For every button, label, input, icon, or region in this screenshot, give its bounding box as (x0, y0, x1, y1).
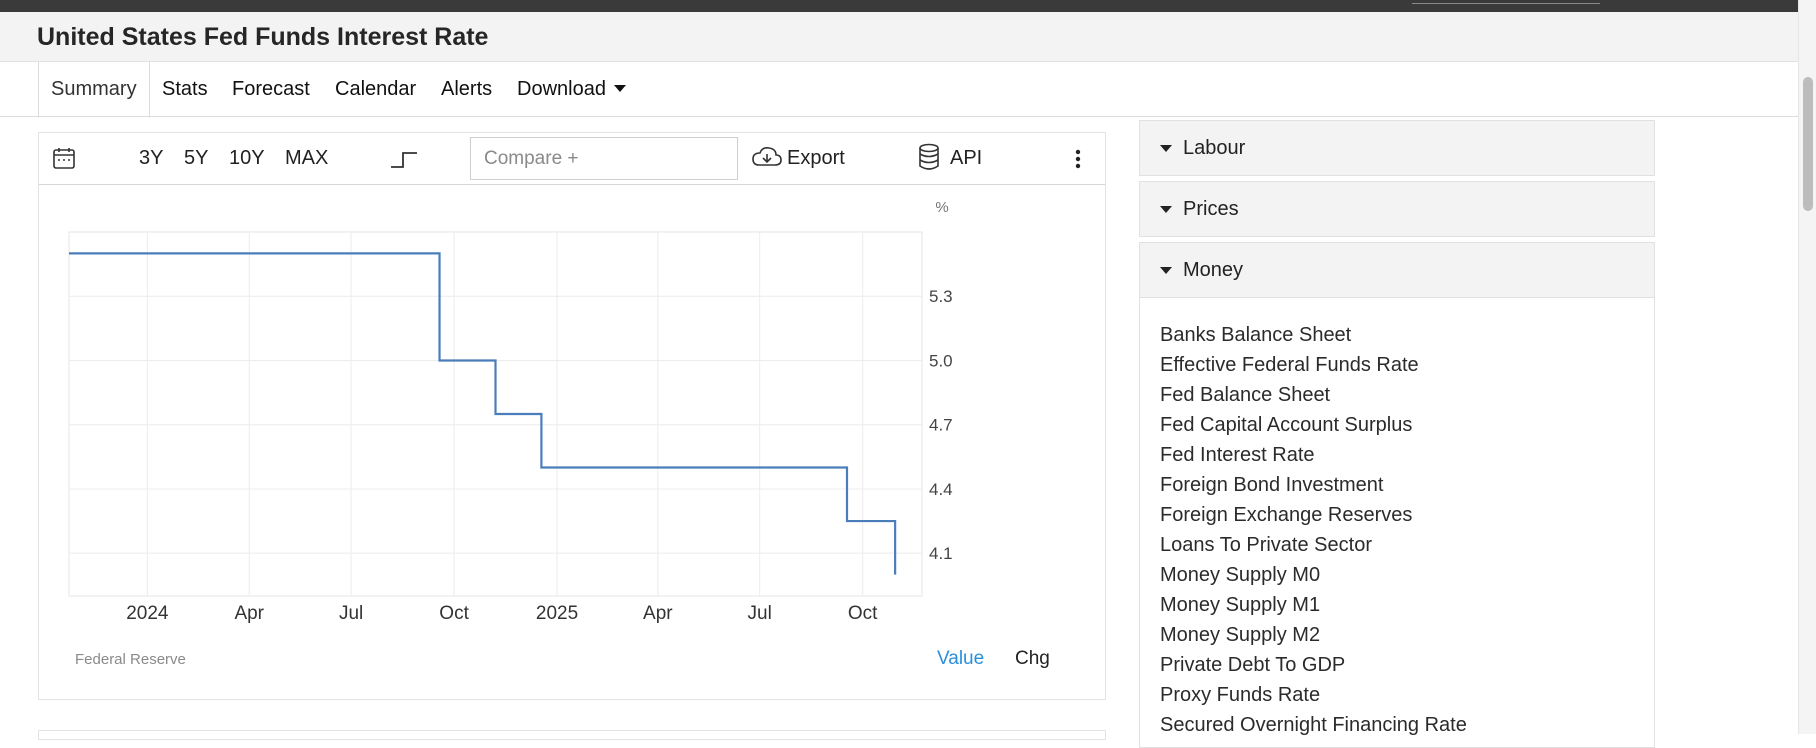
y-tick-label: 5.3 (929, 287, 953, 306)
chart-panel: 3Y 5Y 10Y MAX Export API 2024AprJulOct20… (38, 132, 1106, 700)
cloud-download-icon (751, 145, 783, 177)
x-tick-label: 2024 (126, 603, 169, 624)
y-tick-label: 4.4 (929, 480, 953, 499)
compare-input[interactable] (470, 137, 738, 180)
step-chart-icon[interactable] (389, 149, 419, 175)
range-max-button[interactable]: MAX (285, 147, 328, 170)
export-button[interactable]: Export (752, 147, 845, 170)
accordion-money[interactable]: Money (1139, 242, 1655, 298)
x-tick-label: Oct (439, 603, 469, 624)
chart-toolbar: 3Y 5Y 10Y MAX Export API (39, 133, 1105, 185)
api-label: API (950, 147, 983, 169)
money-list-item[interactable]: Foreign Bond Investment (1140, 470, 1654, 500)
chevron-down-icon (613, 84, 626, 92)
next-panel (38, 730, 1106, 740)
x-tick-label: Oct (848, 603, 878, 624)
money-list-item[interactable]: Money Supply M0 (1140, 560, 1654, 590)
range-10y-button[interactable]: 10Y (229, 147, 265, 170)
range-3y-button[interactable]: 3Y (139, 147, 163, 170)
tab-calendar[interactable]: Calendar (335, 62, 416, 117)
money-list-item[interactable]: Money Supply M1 (1140, 590, 1654, 620)
tab-download[interactable]: Download (517, 62, 626, 117)
page-title: United States Fed Funds Interest Rate (37, 23, 489, 51)
money-list-item[interactable]: Money Supply M2 (1140, 620, 1654, 650)
money-list-item[interactable]: Banks Balance Sheet (1140, 320, 1654, 350)
x-tick-label: Apr (643, 603, 673, 624)
value-toggle[interactable]: Value (937, 648, 984, 670)
page-scrollbar[interactable] (1798, 0, 1816, 734)
y-tick-label: 4.7 (929, 416, 953, 435)
x-tick-label: Apr (234, 603, 264, 624)
rate-chart: 2024 Apr Jul Oct 2025 Apr Jul Oct 5.3 5.0 4.7 4.4 4.… (68, 199, 953, 624)
more-vertical-icon[interactable] (1075, 149, 1081, 175)
tab-download-label: Download (517, 78, 606, 100)
money-list-item[interactable]: Secured Overnight Financing Rate (1140, 710, 1654, 740)
y-tick-label: 4.1 (929, 544, 953, 563)
x-tick-label: 2025 (536, 603, 578, 624)
site-search-input[interactable] (1412, 0, 1600, 4)
series-line (69, 252, 897, 575)
money-list-item[interactable]: Effective Federal Funds Rate (1140, 350, 1654, 380)
chart-source: Federal Reserve (75, 651, 186, 668)
top-nav-bar (0, 0, 1816, 12)
api-button[interactable]: API (919, 143, 983, 170)
tab-alerts[interactable]: Alerts (441, 62, 492, 117)
tab-summary[interactable]: Summary (38, 62, 150, 118)
accordion-prices[interactable]: Prices (1139, 181, 1655, 237)
x-tick-label: Jul (748, 603, 772, 624)
scrollbar-thumb[interactable] (1803, 77, 1813, 211)
accordion-label: Labour (1183, 137, 1246, 159)
money-list-item[interactable]: Loans To Private Sector (1140, 530, 1654, 560)
money-list-item[interactable]: Fed Balance Sheet (1140, 380, 1654, 410)
caret-down-icon (1160, 206, 1172, 213)
range-5y-button[interactable]: 5Y (184, 147, 208, 170)
money-list-item[interactable]: Proxy Funds Rate (1140, 680, 1654, 710)
tab-forecast[interactable]: Forecast (232, 62, 310, 117)
money-list-item[interactable]: Foreign Exchange Reserves (1140, 500, 1654, 530)
brand-logo[interactable] (96, 0, 244, 5)
x-tick-label: Jul (339, 603, 363, 624)
tab-bar: Summary Stats Forecast Calendar Alerts D… (0, 62, 1798, 118)
chg-toggle[interactable]: Chg (1015, 648, 1050, 670)
unit-label: % (935, 199, 948, 216)
money-list-item[interactable]: Private Debt To GDP (1140, 650, 1654, 680)
accordion-label: Prices (1183, 198, 1239, 220)
calendar-icon[interactable] (52, 146, 76, 176)
caret-down-icon (1160, 267, 1172, 274)
money-list-item[interactable]: Fed Capital Account Surplus (1140, 410, 1654, 440)
database-icon (917, 143, 941, 177)
export-label: Export (787, 147, 845, 169)
caret-down-icon (1160, 145, 1172, 152)
accordion-labour[interactable]: Labour (1139, 120, 1655, 176)
page-header: United States Fed Funds Interest Rate (0, 12, 1798, 62)
money-indicator-list: Banks Balance Sheet Effective Federal Fun… (1139, 298, 1655, 748)
tab-stats[interactable]: Stats (162, 62, 208, 117)
money-list-item[interactable]: Fed Interest Rate (1140, 440, 1654, 470)
accordion-label: Money (1183, 259, 1244, 281)
y-tick-label: 5.0 (929, 351, 953, 370)
